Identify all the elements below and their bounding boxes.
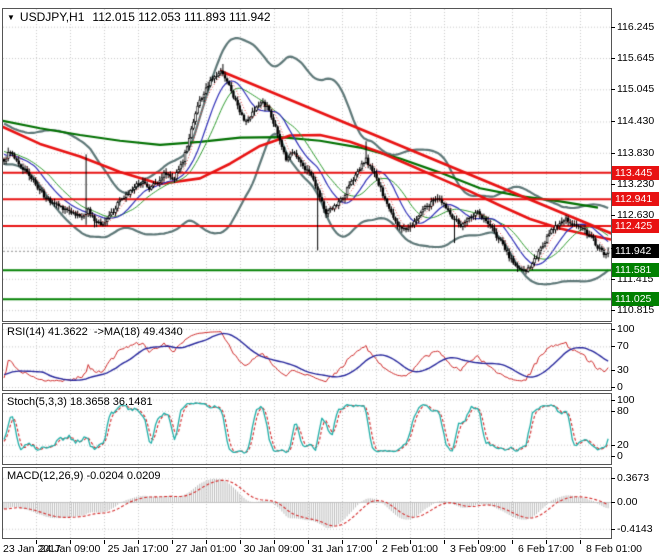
price-badge-support: 111.581 [612,263,659,278]
time-tick-mark [512,540,513,544]
macd-label: MACD(12,26,9) -0.0204 0.0209 [7,470,161,482]
time-axis-label: 31 Jan 17:00 [311,543,373,555]
time-axis-label: 24 Jan 09:00 [39,543,101,555]
price-chart-canvas[interactable] [3,9,611,321]
indicator-tick-mark [611,399,615,401]
price-badge-current: 111.942 [612,244,659,259]
price-badge-resistance: 112.425 [612,219,659,234]
price-tick-mark [611,278,615,280]
indicator-tick-mark [611,387,615,388]
rsi-panel: RSI(14) 41.3622 ->MA(18) 49.4340 [2,323,612,391]
symbol-timeframe-label: USDJPY,H1 [19,10,85,24]
time-tick-mark [580,540,581,544]
time-tick-mark [172,540,173,544]
time-tick-mark [240,540,241,544]
price-tick-mark [611,89,615,91]
indicator-tick-mark [611,329,615,330]
time-axis-label: 27 Jan 01:00 [175,543,237,555]
time-axis-label: 30 Jan 09:00 [243,543,305,555]
time-axis-label: 8 Feb 01:00 [585,543,643,555]
indicator-tick-mark [611,410,615,412]
price-tick-label: 115.645 [617,52,655,65]
ohlc-readout: 112.015 112.053 111.893 111.942 [92,10,271,24]
indicator-tick-mark [611,346,615,348]
indicator-tick-mark [611,478,615,480]
price-badge-support: 111.025 [612,292,659,307]
macd-panel: MACD(12,26,9) -0.0204 0.0209 [2,467,612,539]
indicator-tick-label: 0.3673 [617,472,650,485]
price-tick-label: 116.245 [617,20,655,33]
price-tick-mark [611,121,615,123]
price-badge-resistance: 112.941 [612,192,659,207]
indicator-tick-label: -0.4143 [617,522,653,535]
price-tick-mark [611,310,615,312]
chart-window: ▼ USDJPY,H1 112.015 112.053 111.893 111.94… [0,0,660,560]
indicator-tick-label: 0 [617,381,623,393]
price-tick-mark [611,26,615,28]
time-axis-label: 6 Feb 17:00 [517,543,575,555]
price-tick-label: 113.830 [617,146,655,159]
indicator-tick-mark [611,502,615,503]
indicator-tick-mark [611,528,615,530]
price-tick-mark [611,215,615,217]
indicator-tick-label: 0.00 [617,496,638,508]
price-tick-label: 115.045 [617,83,655,96]
time-axis-label: 2 Feb 01:00 [381,543,439,555]
indicator-tick-mark [611,444,615,446]
symbol-dropdown-icon[interactable]: ▼ [7,13,15,22]
indicator-tick-label: 100 [617,323,635,335]
chart-title-bar: ▼ USDJPY,H1 112.015 112.053 111.893 111.94… [7,10,271,24]
indicator-tick-mark [611,369,615,371]
indicator-tick-label: 80 [617,404,629,417]
price-tick-mark [611,152,615,154]
stochastic-label: Stoch(5,3,3) 18.3658 36.1481 [7,396,153,408]
price-badge-resistance: 113.445 [612,165,659,180]
indicator-tick-label: 30 [617,363,629,376]
indicator-tick-label: 0 [617,450,623,462]
stochastic-panel: Stoch(5,3,3) 18.3658 36.1481 [2,393,612,465]
time-tick-mark [376,540,377,544]
indicator-tick-mark [611,456,615,457]
price-tick-mark [611,58,615,60]
indicator-tick-label: 70 [617,340,629,353]
time-tick-mark [104,540,105,544]
rsi-label: RSI(14) 41.3622 ->MA(18) 49.4340 [7,326,183,338]
price-tick-mark [611,184,615,186]
time-axis-label: 3 Feb 09:00 [449,543,507,555]
time-axis-label: 25 Jan 17:00 [107,543,169,555]
main-chart-panel: ▼ USDJPY,H1 112.015 112.053 111.893 111.94… [2,8,612,322]
time-tick-mark [444,540,445,544]
time-tick-mark [308,540,309,544]
price-tick-label: 114.430 [617,115,655,128]
